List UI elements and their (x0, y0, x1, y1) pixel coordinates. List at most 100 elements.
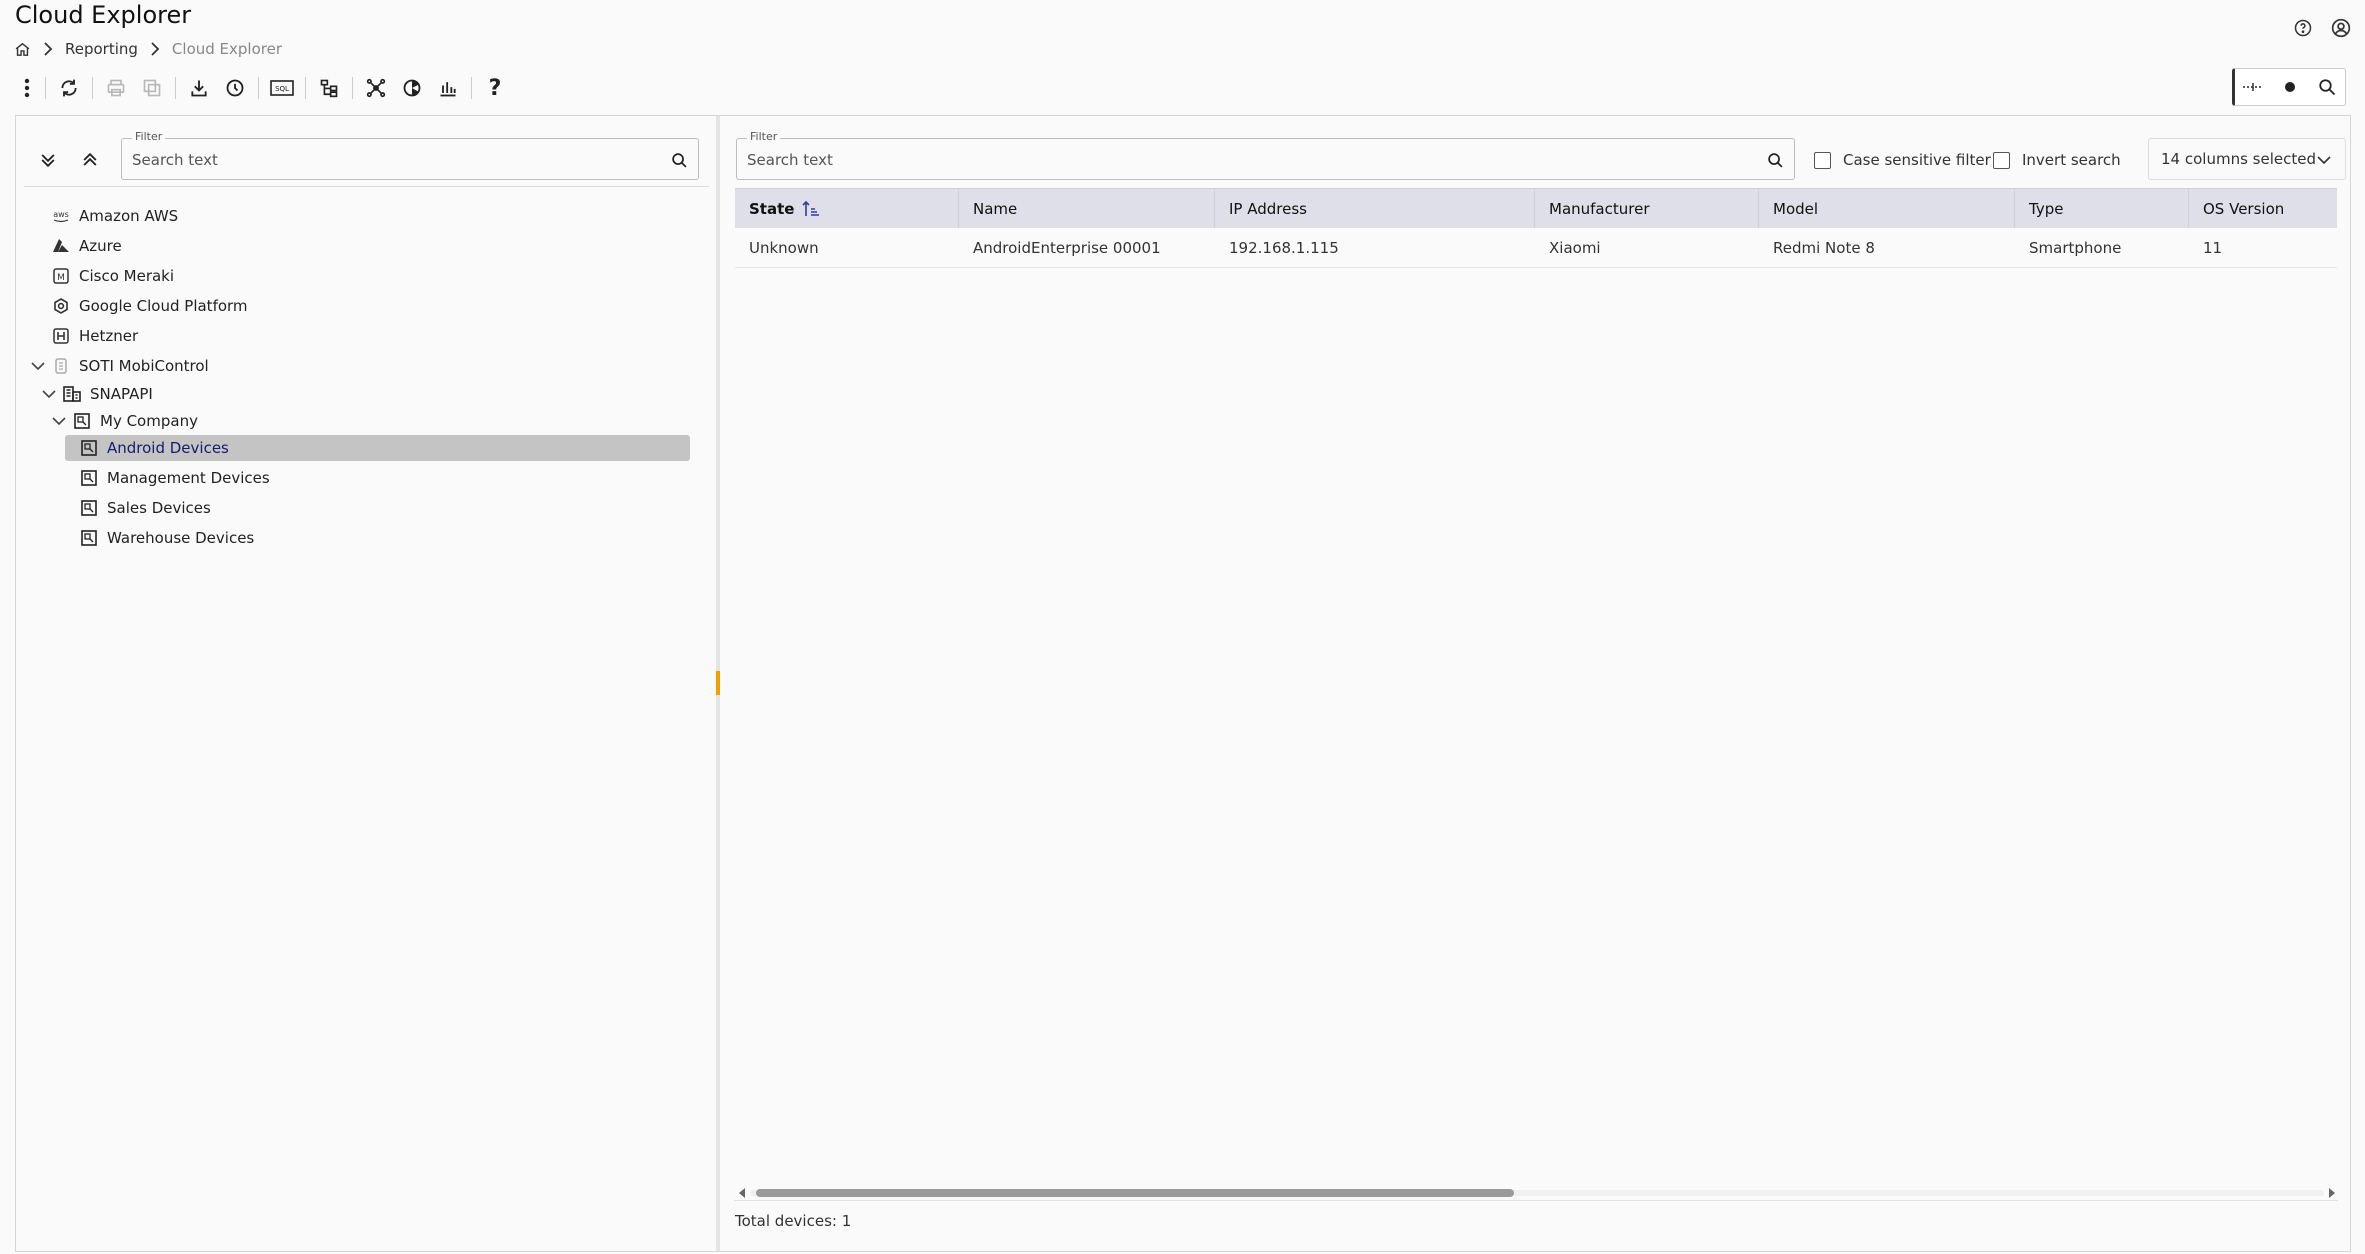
help-icon[interactable]: ? (477, 72, 513, 104)
toolbar-divider (92, 77, 93, 99)
filter-label: Filter (132, 130, 166, 144)
tree-item-soti-mobicontrol[interactable]: SOTI MobiControl (29, 353, 209, 379)
tree-item-label: My Company (100, 412, 198, 430)
refresh-icon[interactable] (51, 72, 87, 104)
chevron-down-icon[interactable] (29, 357, 47, 375)
tree-item-label: SOTI MobiControl (79, 357, 209, 375)
column-header-model[interactable]: Model (1759, 189, 2015, 229)
column-header-type[interactable]: Type (2015, 189, 2189, 229)
chevron-down-icon[interactable] (40, 385, 58, 403)
copy-icon[interactable] (134, 72, 170, 104)
grid-filter: Filter (736, 130, 1795, 180)
checkbox-label: Invert search (2022, 151, 2121, 169)
table-header: State Name IP Address Manufacturer Model… (735, 188, 2337, 229)
toolbar-divider (45, 77, 46, 99)
scrollbar-thumb[interactable] (756, 1189, 1514, 1197)
column-header-ip-address[interactable]: IP Address (1215, 189, 1535, 229)
tree-item-label: Azure (79, 237, 122, 255)
tree-item-hetzner[interactable]: Hetzner (51, 323, 138, 349)
header-actions (2291, 16, 2353, 40)
cell-name: AndroidEnterprise 00001 (973, 239, 1161, 257)
breadcrumb-current: Cloud Explorer (171, 40, 282, 58)
tree-item-warehouse-devices[interactable]: Warehouse Devices (79, 525, 254, 551)
tree-search-input[interactable] (132, 146, 658, 174)
scroll-right-icon[interactable] (2326, 1187, 2338, 1199)
user-account-icon[interactable] (2329, 16, 2353, 40)
chevron-down-icon (2317, 151, 2331, 169)
breadcrumb-reporting[interactable]: Reporting (65, 40, 138, 58)
horizontal-scrollbar[interactable] (736, 1183, 2338, 1201)
building-icon (62, 384, 82, 404)
group-icon (79, 498, 99, 518)
tree-item-label: Warehouse Devices (107, 529, 255, 547)
tree-item-snapapi[interactable]: SNAPAPI (40, 381, 153, 407)
tree-item-sales-devices[interactable]: Sales Devices (79, 495, 211, 521)
tree-item-label: Amazon AWS (79, 207, 179, 225)
toolbar-divider (305, 77, 306, 99)
tree-item-google-cloud-platform[interactable]: Google Cloud Platform (51, 293, 248, 319)
chevron-right-icon (150, 42, 160, 56)
azure-icon (51, 236, 71, 256)
hetzner-icon (51, 326, 71, 346)
group-icon (79, 438, 99, 458)
tree-item-label: Google Cloud Platform (79, 297, 248, 315)
tree-item-management-devices[interactable]: Management Devices (79, 465, 270, 491)
tree-item-label: Management Devices (107, 469, 270, 487)
cell-type: Smartphone (2029, 239, 2122, 257)
cell-model: Redmi Note 8 (1773, 239, 1875, 257)
total-devices-status: Total devices: 1 (735, 1212, 852, 1230)
search-icon[interactable] (668, 149, 690, 171)
column-header-name[interactable]: Name (959, 189, 1215, 229)
column-header-os-version[interactable]: OS Version (2189, 189, 2337, 229)
more-vertical-icon[interactable] (14, 72, 40, 104)
column-header-state[interactable]: State (735, 189, 959, 229)
tree-item-azure[interactable]: Azure (51, 233, 122, 259)
tree-item-label: Android Devices (107, 439, 229, 457)
grid-pane: Filter Case sensitive filter Invert sear… (720, 116, 2350, 1251)
pie-chart-icon[interactable] (394, 72, 430, 104)
cell-state: Unknown (749, 239, 819, 257)
print-icon[interactable] (98, 72, 134, 104)
dotted-line-icon[interactable] (2238, 72, 2268, 102)
collapse-all-icon[interactable] (74, 144, 106, 176)
chevron-down-icon[interactable] (50, 412, 68, 430)
zoom-icon[interactable] (2312, 72, 2342, 102)
help-circle-icon[interactable] (2291, 16, 2315, 40)
group-icon (72, 411, 92, 431)
footer-divider (734, 1200, 2338, 1201)
hierarchy-icon[interactable] (311, 72, 347, 104)
page-title: Cloud Explorer (15, 1, 192, 29)
columns-select[interactable]: 14 columns selected (2148, 138, 2346, 180)
svg-text:SQL: SQL (275, 85, 289, 93)
download-icon[interactable] (181, 72, 217, 104)
tree-item-android-devices[interactable]: Android Devices (65, 435, 690, 461)
main-panel: Filter aws Amazon AWS Azure M Cisco Mera… (15, 115, 2351, 1252)
history-icon[interactable] (217, 72, 253, 104)
tree-item-cisco-meraki[interactable]: M Cisco Meraki (51, 263, 174, 289)
table-row[interactable]: Unknown AndroidEnterprise 00001 192.168.… (735, 228, 2337, 268)
svg-text:aws: aws (53, 210, 69, 219)
sql-icon[interactable]: SQL (264, 72, 300, 104)
toolbar: SQL ? (14, 72, 513, 104)
grid-search-input[interactable] (747, 146, 1754, 174)
home-icon[interactable] (14, 41, 31, 58)
columns-select-value: 14 columns selected (2161, 150, 2316, 168)
scroll-left-icon[interactable] (736, 1187, 748, 1199)
dot-icon[interactable] (2275, 72, 2305, 102)
case-sensitive-checkbox[interactable]: Case sensitive filter (1814, 147, 1991, 173)
bar-chart-icon[interactable] (430, 72, 466, 104)
checkbox-box[interactable] (1814, 151, 1831, 169)
group-icon (79, 528, 99, 548)
network-icon[interactable] (358, 72, 394, 104)
tree-item-my-company[interactable]: My Company (50, 408, 198, 434)
search-icon[interactable] (1764, 149, 1786, 171)
sort-ascending-icon[interactable] (802, 200, 820, 218)
invert-search-checkbox[interactable]: Invert search (1993, 147, 2121, 173)
expand-all-icon[interactable] (32, 144, 64, 176)
cell-ip-address: 192.168.1.115 (1229, 239, 1339, 257)
device-table: State Name IP Address Manufacturer Model… (735, 188, 2337, 268)
column-header-manufacturer[interactable]: Manufacturer (1535, 189, 1759, 229)
checkbox-box[interactable] (1993, 151, 2010, 169)
tree-item-amazon-aws[interactable]: aws Amazon AWS (51, 203, 178, 229)
cell-manufacturer: Xiaomi (1549, 239, 1601, 257)
